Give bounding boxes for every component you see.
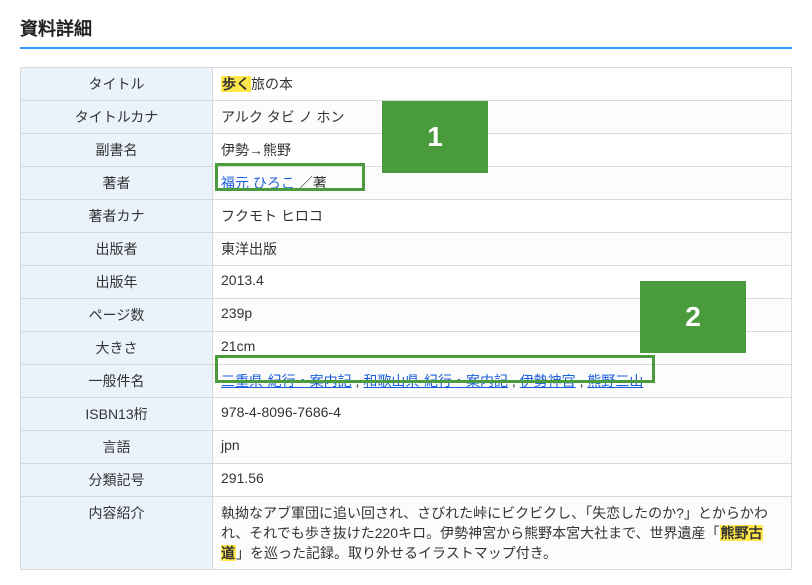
title-rest: 旅の本 [251, 76, 293, 92]
subject-link-2[interactable]: 和歌山県-紀行・案内記 [363, 373, 508, 389]
label-author-kana: 著者カナ [21, 200, 213, 233]
row-language: 言語 jpn [21, 431, 792, 464]
row-classno: 分類記号 291.56 [21, 464, 792, 497]
label-title-kana: タイトルカナ [21, 101, 213, 134]
label-pubyear: 出版年 [21, 266, 213, 299]
label-title: タイトル [21, 68, 213, 101]
callout-1: 1 [382, 101, 488, 173]
author-link[interactable]: 福元 ひろこ [221, 175, 295, 191]
row-isbn13: ISBN13桁 978-4-8096-7686-4 [21, 398, 792, 431]
label-classno: 分類記号 [21, 464, 213, 497]
label-pages: ページ数 [21, 299, 213, 332]
row-publisher: 出版者 東洋出版 [21, 233, 792, 266]
value-isbn13: 978-4-8096-7686-4 [213, 398, 792, 431]
value-author-kana: フクモト ヒロコ [213, 200, 792, 233]
label-publisher: 出版者 [21, 233, 213, 266]
value-publisher: 東洋出版 [213, 233, 792, 266]
label-language: 言語 [21, 431, 213, 464]
subject-link-1[interactable]: 三重県-紀行・案内記 [221, 373, 352, 389]
subject-link-3[interactable]: 伊勢神宮 [520, 373, 576, 389]
value-subtitle: 伊勢→熊野 [213, 134, 792, 167]
label-subjects: 一般件名 [21, 365, 213, 398]
value-title-kana: アルク タビ ノ ホン [213, 101, 792, 134]
row-subjects: 一般件名 三重県-紀行・案内記 , 和歌山県-紀行・案内記 , 伊勢神宮 , 熊… [21, 365, 792, 398]
label-subtitle: 副書名 [21, 134, 213, 167]
label-author: 著者 [21, 167, 213, 200]
detail-wrapper: 資料詳細 タイトル 歩く旅の本 タイトルカナ アルク タビ ノ ホン 副書名 伊… [20, 15, 792, 570]
author-suffix: ／著 [295, 175, 327, 191]
value-language: jpn [213, 431, 792, 464]
value-classno: 291.56 [213, 464, 792, 497]
value-author: 福元 ひろこ ／著 [213, 167, 792, 200]
title-highlight: 歩く [221, 76, 251, 92]
value-subjects: 三重県-紀行・案内記 , 和歌山県-紀行・案内記 , 伊勢神宮 , 熊野三山 [213, 365, 792, 398]
label-size: 大きさ [21, 332, 213, 365]
section-title: 資料詳細 [20, 15, 792, 49]
callout-2: 2 [640, 281, 746, 353]
row-title: タイトル 歩く旅の本 [21, 68, 792, 101]
row-author-kana: 著者カナ フクモト ヒロコ [21, 200, 792, 233]
label-isbn13: ISBN13桁 [21, 398, 213, 431]
value-title: 歩く旅の本 [213, 68, 792, 101]
subject-link-4[interactable]: 熊野三山 [587, 373, 643, 389]
